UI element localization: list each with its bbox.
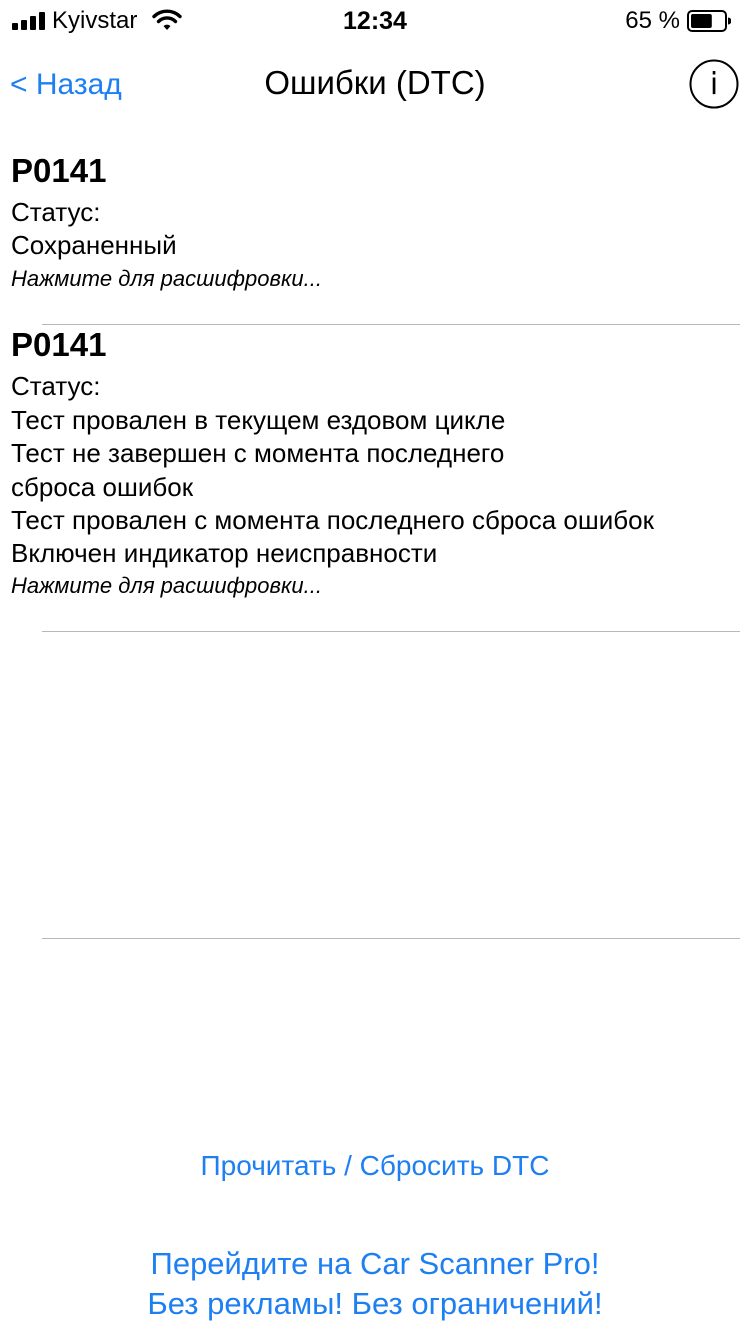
- dtc-status-line: Включен индикатор неисправности: [11, 538, 438, 568]
- dtc-status-line: Сохраненный: [11, 230, 177, 260]
- dtc-list-item[interactable]: P0141 Статус: Сохраненный Нажмите для ра…: [0, 150, 750, 324]
- info-icon[interactable]: i: [689, 59, 739, 109]
- empty-list-row: [0, 632, 750, 938]
- dtc-code: P0141: [11, 152, 107, 189]
- dtc-status-line: Тест провален в текущем ездовом цикле: [11, 405, 506, 435]
- pro-upgrade-link[interactable]: Перейдите на Car Scanner Pro! Без реклам…: [0, 1244, 750, 1324]
- dtc-status-line: Тест провален с момента последнего сброс…: [11, 505, 655, 535]
- page-title: Ошибки (DTC): [264, 64, 486, 101]
- dtc-status-line: сброса ошибок: [11, 472, 194, 502]
- back-button[interactable]: < Назад: [10, 68, 122, 102]
- dtc-status-label: Статус:: [11, 197, 101, 227]
- dtc-code: P0141: [11, 326, 107, 363]
- svg-text:i: i: [710, 67, 718, 102]
- dtc-status-line: Тест не завершен с момента последнего: [11, 438, 505, 468]
- promo-line-2: Без рекламы! Без ограничений!: [147, 1286, 603, 1321]
- navigation-bar: < Назад Ошибки (DTC) i: [0, 40, 750, 130]
- dtc-list-item[interactable]: P0141 Статус: Тест провален в текущем ез…: [0, 324, 750, 630]
- promo-line-1: Перейдите на Car Scanner Pro!: [150, 1246, 600, 1281]
- battery-icon: [687, 10, 731, 32]
- dtc-decode-hint: Нажмите для расшифровки...: [11, 266, 322, 291]
- battery-percentage: 65 %: [625, 7, 680, 34]
- list-separator: [42, 938, 740, 939]
- status-bar: Kyivstar 12:34 65 %: [0, 0, 750, 40]
- read-reset-dtc-button[interactable]: Прочитать / Сбросить DTC: [0, 1148, 750, 1184]
- dtc-status-label: Статус:: [11, 371, 101, 401]
- dtc-decode-hint: Нажмите для расшифровки...: [11, 573, 322, 598]
